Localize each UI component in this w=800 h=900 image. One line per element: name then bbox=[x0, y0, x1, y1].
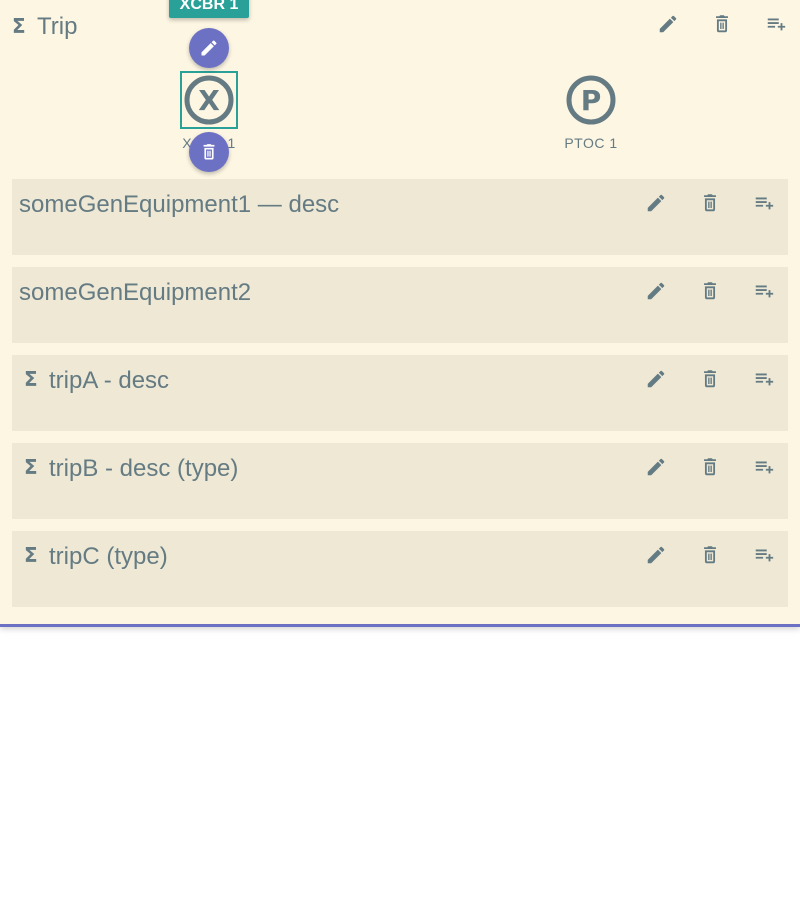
ptoc-icon: P bbox=[564, 73, 618, 127]
function-title: Trip bbox=[37, 13, 78, 40]
add-button[interactable] bbox=[760, 8, 792, 40]
edit-icon bbox=[647, 458, 665, 476]
delete-button[interactable] bbox=[694, 275, 726, 307]
delete-icon bbox=[704, 194, 716, 212]
lnode-label: PTOC 1 bbox=[564, 135, 618, 151]
subfunction-sigma-icon: Σ bbox=[24, 455, 38, 479]
subfunction-sigma-icon: Σ bbox=[24, 543, 38, 567]
card-general-equipment-1[interactable]: someGenEquipment1 — desc bbox=[12, 179, 788, 255]
playlist-add-icon bbox=[755, 549, 774, 562]
card-general-equipment-2[interactable]: someGenEquipment2 bbox=[12, 267, 788, 343]
edit-icon bbox=[647, 282, 665, 300]
card-subfunction-tripA[interactable]: Σ tripA - desc bbox=[12, 355, 788, 431]
card-title: someGenEquipment1 — desc bbox=[19, 191, 340, 218]
lnode-tooltip: XCBR 1 bbox=[169, 0, 249, 18]
edit-icon bbox=[647, 370, 665, 388]
delete-button[interactable] bbox=[694, 451, 726, 483]
card-title: tripA - desc bbox=[49, 367, 170, 394]
edit-icon bbox=[659, 15, 677, 33]
playlist-add-icon bbox=[755, 461, 774, 474]
card-subfunction-tripC[interactable]: Σ tripC (type) bbox=[12, 531, 788, 607]
playlist-add-icon bbox=[755, 373, 774, 386]
edit-icon bbox=[201, 40, 217, 56]
edit-button[interactable] bbox=[640, 275, 672, 307]
playlist-add-icon bbox=[767, 18, 786, 31]
card-title: tripC (type) bbox=[49, 543, 168, 570]
add-button[interactable] bbox=[748, 363, 780, 395]
card-title: tripB - desc (type) bbox=[49, 455, 239, 482]
delete-icon bbox=[716, 15, 728, 33]
delete-icon bbox=[704, 370, 716, 388]
playlist-add-icon bbox=[755, 197, 774, 210]
delete-button[interactable] bbox=[694, 539, 726, 571]
card-subfunction-tripB[interactable]: Σ tripB - desc (type) bbox=[12, 443, 788, 519]
lnode-ptoc[interactable]: P PTOC 1 bbox=[551, 73, 631, 163]
delete-button[interactable] bbox=[694, 187, 726, 219]
lnode-edit-button[interactable] bbox=[189, 28, 229, 68]
trip-function-container: Σ Trip X XCBR 1 P PTOC 1 bbox=[0, 0, 800, 627]
delete-icon bbox=[203, 144, 215, 160]
function-sigma-icon: Σ bbox=[12, 14, 26, 38]
edit-button[interactable] bbox=[652, 8, 684, 40]
delete-icon bbox=[704, 546, 716, 564]
edit-button[interactable] bbox=[640, 187, 672, 219]
trip-header: Σ Trip bbox=[0, 0, 800, 54]
edit-button[interactable] bbox=[640, 451, 672, 483]
edit-icon bbox=[647, 194, 665, 212]
add-button[interactable] bbox=[748, 451, 780, 483]
delete-icon bbox=[704, 282, 716, 300]
card-title: someGenEquipment2 bbox=[19, 279, 252, 306]
delete-button[interactable] bbox=[706, 8, 738, 40]
ptoc-letter: P bbox=[581, 84, 602, 117]
subfunction-sigma-icon: Σ bbox=[24, 367, 38, 391]
lnode-delete-button[interactable] bbox=[189, 132, 229, 172]
add-button[interactable] bbox=[748, 539, 780, 571]
edit-button[interactable] bbox=[640, 363, 672, 395]
selection-outline bbox=[180, 71, 238, 129]
playlist-add-icon bbox=[755, 285, 774, 298]
delete-icon bbox=[704, 458, 716, 476]
delete-button[interactable] bbox=[694, 363, 726, 395]
edit-button[interactable] bbox=[640, 539, 672, 571]
edit-icon bbox=[647, 546, 665, 564]
add-button[interactable] bbox=[748, 187, 780, 219]
add-button[interactable] bbox=[748, 275, 780, 307]
